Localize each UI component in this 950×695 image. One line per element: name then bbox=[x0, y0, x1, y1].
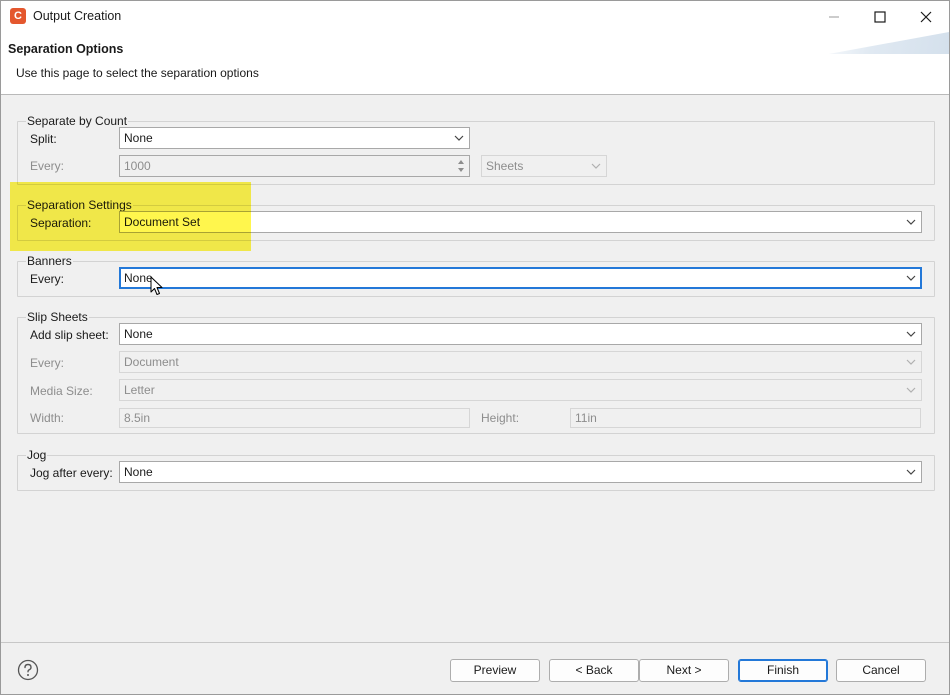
help-icon[interactable] bbox=[17, 659, 39, 681]
group-title-separation-settings: Separation Settings bbox=[26, 198, 133, 212]
media-size-value: Letter bbox=[124, 383, 155, 397]
close-button[interactable] bbox=[903, 1, 949, 32]
group-title-separate-by-count: Separate by Count bbox=[26, 114, 129, 128]
jog-after-dropdown[interactable]: None bbox=[119, 461, 922, 483]
next-button[interactable]: Next > bbox=[639, 659, 729, 682]
separation-label: Separation: bbox=[30, 216, 92, 230]
jog-after-label: Jog after every: bbox=[30, 466, 113, 480]
chevron-down-icon bbox=[906, 469, 916, 475]
page-title: Separation Options bbox=[8, 42, 124, 56]
count-unit-value: Sheets bbox=[486, 159, 524, 173]
chevron-down-icon bbox=[454, 135, 464, 141]
banners-every-value: None bbox=[124, 271, 153, 285]
banners-every-label: Every: bbox=[30, 272, 65, 286]
header-banner-graphic bbox=[828, 32, 949, 54]
spinner-arrows-icon bbox=[458, 160, 464, 172]
count-unit-dropdown[interactable]: Sheets bbox=[481, 155, 607, 177]
slip-every-value: Document bbox=[124, 355, 179, 369]
add-slip-sheet-value: None bbox=[124, 327, 153, 341]
wizard-footer: Preview < Back Next > Finish Cancel bbox=[1, 642, 949, 694]
output-creation-window: C Output Creation Separation Options Use… bbox=[0, 0, 950, 695]
split-dropdown[interactable]: None bbox=[119, 127, 470, 149]
preview-button[interactable]: Preview bbox=[450, 659, 540, 682]
maximize-button[interactable] bbox=[857, 1, 903, 32]
chevron-down-icon bbox=[591, 163, 601, 169]
slip-every-label: Every: bbox=[30, 356, 65, 370]
count-every-spinner[interactable]: 1000 bbox=[119, 155, 470, 177]
width-value: 8.5in bbox=[124, 411, 151, 425]
minimize-button[interactable] bbox=[811, 1, 857, 32]
group-title-slip-sheets: Slip Sheets bbox=[26, 310, 89, 324]
split-label: Split: bbox=[30, 132, 57, 146]
slip-every-dropdown[interactable]: Document bbox=[119, 351, 922, 373]
close-icon bbox=[920, 11, 932, 22]
count-every-label: Every: bbox=[30, 159, 65, 173]
chevron-down-icon bbox=[906, 359, 916, 365]
chevron-down-icon bbox=[906, 387, 916, 393]
media-size-label: Media Size: bbox=[30, 384, 93, 398]
separation-value: Document Set bbox=[124, 215, 201, 229]
split-value: None bbox=[124, 131, 153, 145]
group-title-jog: Jog bbox=[26, 448, 48, 462]
height-value: 11in bbox=[575, 411, 597, 425]
add-slip-sheet-dropdown[interactable]: None bbox=[119, 323, 922, 345]
page-description: Use this page to select the separation o… bbox=[16, 66, 259, 80]
window-title: Output Creation bbox=[33, 9, 122, 23]
title-bar: C Output Creation bbox=[1, 1, 949, 32]
width-input[interactable]: 8.5in bbox=[119, 408, 470, 428]
chevron-down-icon bbox=[906, 275, 916, 281]
back-button[interactable]: < Back bbox=[549, 659, 639, 682]
wizard-header: Separation Options Use this page to sele… bbox=[1, 32, 949, 95]
height-label: Height: bbox=[481, 411, 520, 425]
separation-dropdown[interactable]: Document Set bbox=[119, 211, 922, 233]
add-slip-sheet-label: Add slip sheet: bbox=[30, 328, 109, 342]
chevron-down-icon bbox=[906, 331, 916, 337]
group-title-banners: Banners bbox=[26, 254, 73, 268]
cancel-button[interactable]: Cancel bbox=[836, 659, 926, 682]
app-logo-icon: C bbox=[10, 8, 26, 24]
banners-every-dropdown[interactable]: None bbox=[119, 267, 922, 289]
minimize-icon bbox=[829, 16, 839, 17]
finish-button[interactable]: Finish bbox=[738, 659, 828, 682]
count-every-value: 1000 bbox=[124, 159, 151, 173]
height-input[interactable]: 11in bbox=[570, 408, 921, 428]
media-size-dropdown[interactable]: Letter bbox=[119, 379, 922, 401]
maximize-icon bbox=[874, 10, 886, 23]
jog-after-value: None bbox=[124, 465, 153, 479]
width-label: Width: bbox=[30, 411, 65, 425]
chevron-down-icon bbox=[906, 219, 916, 225]
